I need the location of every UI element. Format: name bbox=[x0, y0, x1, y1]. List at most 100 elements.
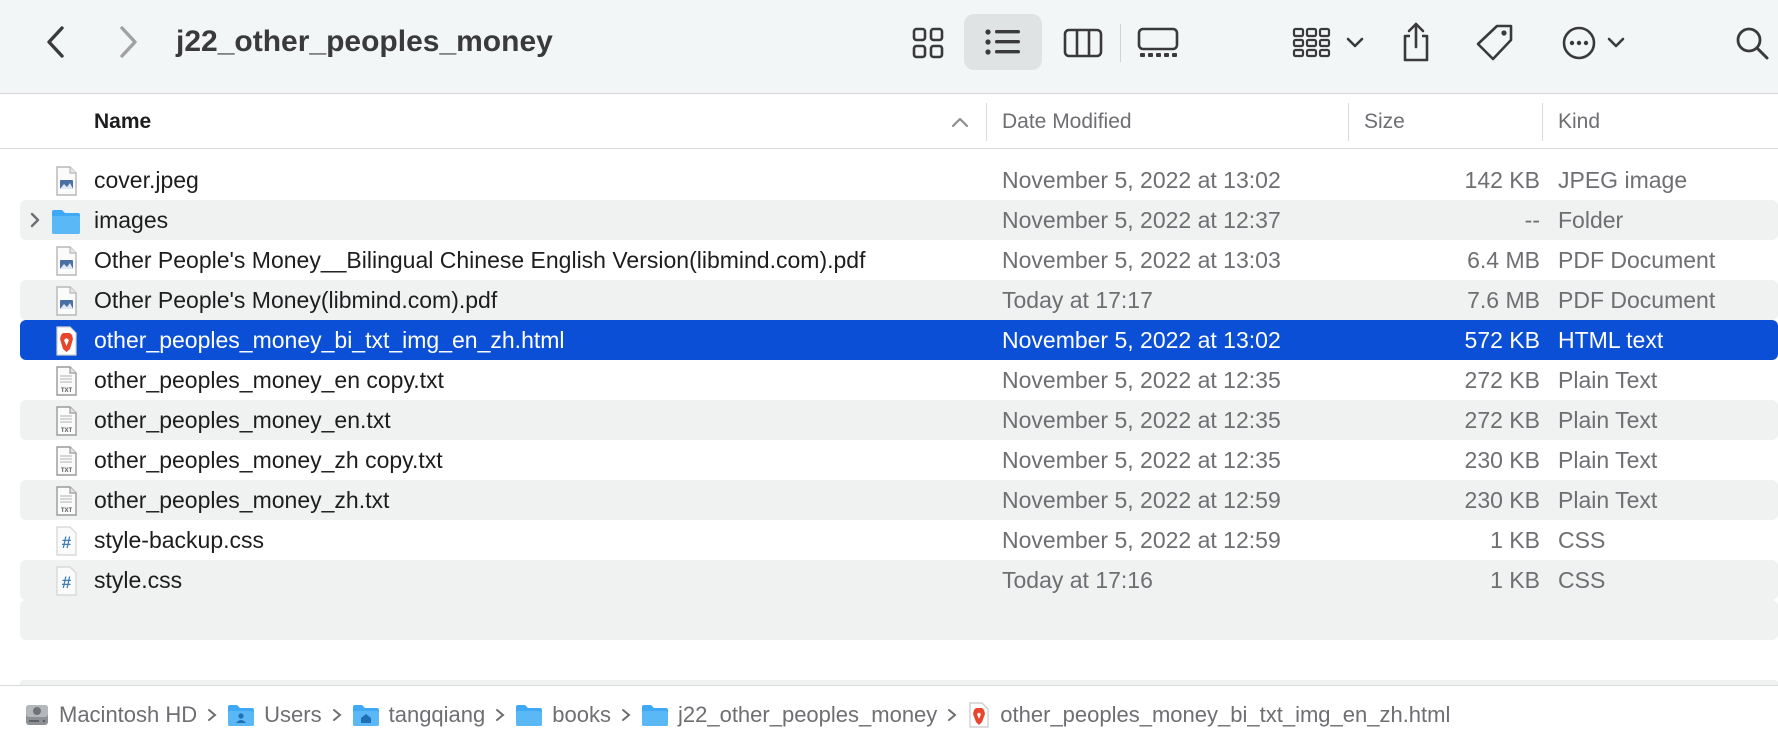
gallery-view-button[interactable] bbox=[1128, 18, 1188, 68]
path-separator-icon bbox=[207, 708, 217, 722]
file-date: Today at 17:17 bbox=[1002, 287, 1153, 313]
column-view-button[interactable] bbox=[1056, 18, 1110, 68]
share-button[interactable] bbox=[1394, 14, 1438, 70]
file-date: November 5, 2022 at 12:35 bbox=[1002, 407, 1281, 433]
file-row-en-txt[interactable]: TXT other_peoples_money_en.txt November … bbox=[20, 400, 1778, 440]
file-row-zh-copy-txt[interactable]: TXT other_peoples_money_zh copy.txt Nove… bbox=[20, 440, 1778, 480]
name-column-header[interactable]: Name bbox=[94, 109, 151, 135]
file-kind: CSS bbox=[1558, 527, 1606, 553]
file-date: November 5, 2022 at 12:35 bbox=[1002, 367, 1281, 393]
file-row-html-selected[interactable]: other_peoples_money_bi_txt_img_en_zh.htm… bbox=[20, 320, 1778, 360]
svg-text:TXT: TXT bbox=[61, 428, 73, 434]
column-divider[interactable] bbox=[1348, 103, 1349, 141]
brave-html-icon bbox=[969, 702, 989, 728]
tag-button[interactable] bbox=[1472, 18, 1518, 68]
file-name: other_peoples_money_en.txt bbox=[94, 407, 391, 433]
svg-text:TXT: TXT bbox=[61, 508, 73, 514]
file-date: November 5, 2022 at 12:37 bbox=[1002, 207, 1281, 233]
file-size: 272 KB bbox=[1464, 367, 1540, 393]
grid-icon bbox=[912, 27, 944, 59]
file-kind: JPEG image bbox=[1558, 167, 1688, 193]
file-name: Other People's Money__Bilingual Chinese … bbox=[94, 247, 866, 273]
date-modified-column-header[interactable]: Date Modified bbox=[1002, 109, 1132, 135]
path-item-books[interactable]: books bbox=[515, 702, 611, 728]
path-item-label: other_peoples_money_bi_txt_img_en_zh.htm… bbox=[1000, 702, 1451, 727]
forward-button[interactable] bbox=[110, 20, 146, 64]
path-item-j22[interactable]: j22_other_peoples_money bbox=[641, 702, 937, 728]
size-column-header[interactable]: Size bbox=[1364, 109, 1405, 135]
column-divider[interactable] bbox=[986, 103, 987, 141]
file-row-style-backup-css[interactable]: # style-backup.css November 5, 2022 at 1… bbox=[20, 520, 1778, 560]
folder-icon bbox=[52, 210, 80, 234]
path-item-macintosh-hd[interactable]: Macintosh HD bbox=[24, 702, 197, 728]
columns-icon bbox=[1063, 28, 1103, 58]
chevron-left-icon bbox=[47, 26, 64, 58]
file-date: November 5, 2022 at 12:59 bbox=[1002, 527, 1281, 553]
users-folder-icon bbox=[228, 705, 255, 726]
window-title: j22_other_peoples_money bbox=[176, 25, 553, 58]
txt-file-icon: TXT bbox=[56, 446, 77, 476]
path-item-users[interactable]: Users bbox=[227, 702, 322, 728]
file-row-pdf[interactable]: Other People's Money(libmind.com).pdf To… bbox=[20, 280, 1778, 320]
file-kind: Folder bbox=[1558, 207, 1624, 233]
file-date: Today at 17:16 bbox=[1002, 567, 1153, 593]
path-item-label: Macintosh HD bbox=[59, 702, 198, 727]
chevron-down-icon bbox=[1607, 37, 1625, 48]
path-item-html-file[interactable]: other_peoples_money_bi_txt_img_en_zh.htm… bbox=[967, 702, 1450, 728]
file-list: cover.jpeg November 5, 2022 at 13:02 142… bbox=[20, 160, 1778, 640]
txt-file-icon: TXT bbox=[56, 406, 77, 436]
back-button[interactable] bbox=[38, 20, 74, 64]
path-separator-icon bbox=[495, 708, 505, 722]
file-size: 6.4 MB bbox=[1467, 247, 1540, 273]
txt-file-icon: TXT bbox=[56, 486, 77, 516]
chevron-down-icon bbox=[1346, 37, 1364, 48]
svg-text:TXT: TXT bbox=[61, 468, 73, 474]
breadcrumb: Macintosh HD Users tangqiang books j22_o… bbox=[24, 698, 1450, 732]
path-item-label: books bbox=[552, 702, 611, 727]
list-view-button[interactable] bbox=[964, 14, 1042, 70]
path-item-tangqiang[interactable]: tangqiang bbox=[352, 702, 486, 728]
list-icon bbox=[985, 29, 1020, 55]
file-size: 7.6 MB bbox=[1467, 287, 1540, 313]
file-size: 1 KB bbox=[1490, 567, 1540, 593]
column-divider[interactable] bbox=[1542, 103, 1543, 141]
kind-column-header[interactable]: Kind bbox=[1558, 109, 1600, 135]
file-name: cover.jpeg bbox=[94, 167, 199, 193]
file-kind: CSS bbox=[1558, 567, 1606, 593]
path-separator-icon bbox=[947, 708, 957, 722]
disclosure-triangle-icon[interactable] bbox=[28, 211, 42, 229]
file-date: November 5, 2022 at 12:59 bbox=[1002, 487, 1281, 513]
toolbar-divider bbox=[1120, 24, 1121, 62]
path-item-label: Users bbox=[264, 702, 322, 727]
file-name: Other People's Money(libmind.com).pdf bbox=[94, 287, 498, 313]
file-kind: Plain Text bbox=[1558, 407, 1658, 433]
file-row-bilingual-pdf[interactable]: Other People's Money__Bilingual Chinese … bbox=[20, 240, 1778, 280]
group-by-button[interactable] bbox=[1280, 18, 1376, 68]
path-separator-icon bbox=[332, 708, 342, 722]
file-kind: Plain Text bbox=[1558, 367, 1658, 393]
icon-view-button[interactable] bbox=[900, 18, 956, 68]
file-name: images bbox=[94, 207, 169, 233]
file-size: 272 KB bbox=[1464, 407, 1540, 433]
file-row-zh-txt[interactable]: TXT other_peoples_money_zh.txt November … bbox=[20, 480, 1778, 520]
file-row-en-copy-txt[interactable]: TXT other_peoples_money_en copy.txt Nove… bbox=[20, 360, 1778, 400]
file-name: other_peoples_money_zh copy.txt bbox=[94, 447, 443, 473]
sort-ascending-icon[interactable] bbox=[950, 115, 970, 129]
file-row-images[interactable]: images November 5, 2022 at 12:37 -- Fold… bbox=[20, 200, 1778, 240]
file-kind: PDF Document bbox=[1558, 287, 1716, 313]
txt-file-icon: TXT bbox=[56, 366, 77, 396]
brave-html-icon bbox=[56, 326, 77, 356]
more-actions-button[interactable] bbox=[1556, 18, 1630, 68]
file-date: November 5, 2022 at 13:02 bbox=[1002, 327, 1281, 353]
file-row-style-css[interactable]: # style.css Today at 17:16 1 KB CSS bbox=[20, 560, 1778, 600]
file-size: 230 KB bbox=[1464, 447, 1540, 473]
search-button[interactable] bbox=[1726, 18, 1778, 68]
file-kind: Plain Text bbox=[1558, 487, 1658, 513]
chevron-right-icon bbox=[120, 26, 137, 58]
file-size: 142 KB bbox=[1464, 167, 1540, 193]
css-file-icon: # bbox=[56, 566, 77, 596]
file-kind: Plain Text bbox=[1558, 447, 1658, 473]
file-row-cover-jpeg[interactable]: cover.jpeg November 5, 2022 at 13:02 142… bbox=[20, 160, 1778, 200]
path-item-label: tangqiang bbox=[388, 702, 486, 727]
file-size: -- bbox=[1524, 207, 1540, 233]
